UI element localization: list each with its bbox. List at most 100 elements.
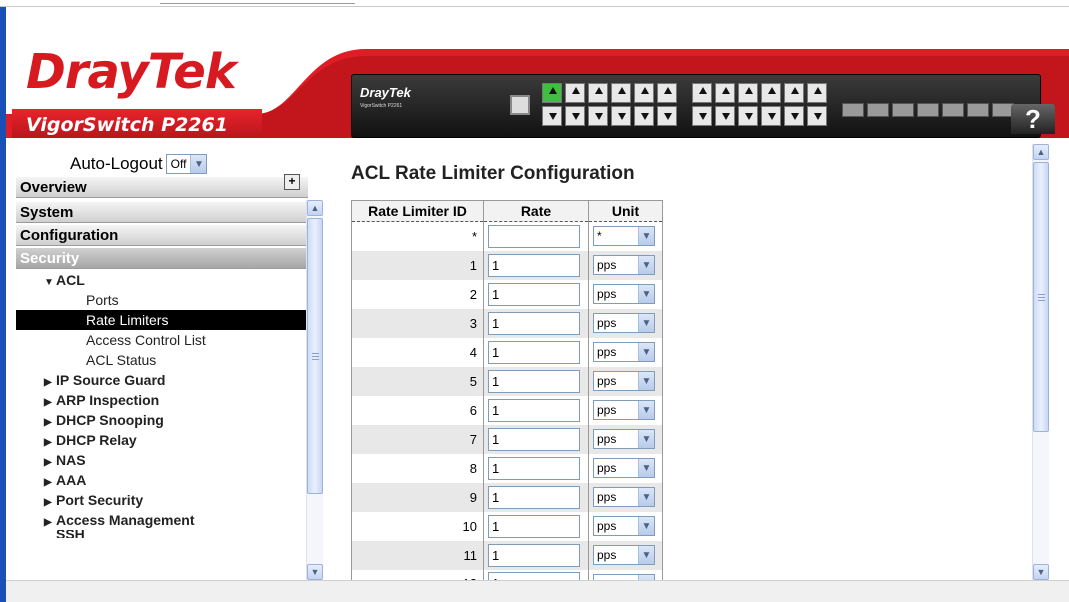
auto-logout-select[interactable]: Off ▼ [165, 154, 208, 174]
unit-select[interactable]: pps ▼ [593, 516, 655, 536]
unit-select[interactable]: pps ▼ [593, 313, 655, 333]
expand-all-icon[interactable]: + [284, 174, 300, 190]
rate-input[interactable] [488, 224, 580, 248]
rate-input[interactable]: 1 [488, 282, 580, 306]
port-icon [657, 106, 677, 126]
chevron-down-icon[interactable]: ▼ [638, 488, 654, 506]
chevron-down-icon[interactable]: ▼ [638, 372, 654, 390]
scrollbar-thumb[interactable] [1033, 162, 1049, 432]
rate-input[interactable]: 1 [488, 514, 580, 538]
scroll-up-icon[interactable]: ▲ [307, 200, 323, 216]
chevron-down-icon[interactable]: ▼ [190, 155, 207, 173]
main-scrollbar[interactable]: ▲ ▼ [1032, 144, 1049, 580]
rate-input[interactable]: 1 [488, 427, 580, 451]
grip-line [1038, 297, 1045, 298]
chevron-down-icon[interactable]: ▼ [638, 517, 654, 535]
unit-select[interactable]: pps ▼ [593, 429, 655, 449]
table-row: 2 1 pps ▼ [351, 279, 663, 309]
unit-select[interactable]: pps ▼ [593, 342, 655, 362]
scroll-down-icon[interactable]: ▼ [1033, 564, 1049, 580]
nav-item-aaa[interactable]: ▶ AAA [16, 470, 308, 490]
scroll-down-icon[interactable]: ▼ [307, 564, 323, 580]
grip-line [312, 353, 319, 354]
help-button[interactable]: ? [1011, 104, 1055, 134]
chevron-down-icon[interactable]: ▼ [638, 256, 654, 274]
chevron-down-icon[interactable]: ▼ [638, 459, 654, 477]
rate-limiter-id: 6 [351, 395, 484, 425]
chevron-down-icon[interactable]: ▼ [638, 430, 654, 448]
unit-select[interactable]: pps ▼ [593, 371, 655, 391]
chevron-down-icon[interactable]: ▼ [638, 314, 654, 332]
nav-section-system[interactable]: System [16, 202, 308, 223]
unit-value: pps [597, 403, 617, 417]
sidebar-scrollbar[interactable]: ▲ ▼ [306, 200, 323, 580]
nav-item-label: AAA [56, 472, 87, 488]
nav-item-access-management[interactable]: ▶ Access Management [16, 510, 308, 530]
nav-item-ip-source-guard[interactable]: ▶ IP Source Guard [16, 370, 308, 390]
chevron-down-icon[interactable]: ▼ [638, 285, 654, 303]
bottom-bar [6, 580, 1069, 602]
nav-item-access-control-list[interactable]: Access Control List [16, 330, 308, 350]
nav-item-dhcp-relay[interactable]: ▶ DHCP Relay [16, 430, 308, 450]
nav-item-label: IP Source Guard [56, 372, 166, 388]
rate-input[interactable]: 1 [488, 398, 580, 422]
table-row: 5 1 pps ▼ [351, 366, 663, 396]
switch-front-panel-image: DrayTek VigorSwitch P2261 [351, 74, 1041, 138]
rate-input[interactable]: 1 [488, 369, 580, 393]
scroll-up-icon[interactable]: ▲ [1033, 144, 1049, 160]
rate-input[interactable]: 1 [488, 572, 580, 580]
scrollbar-thumb[interactable] [307, 218, 323, 494]
unit-value: pps [597, 461, 617, 475]
chevron-down-icon[interactable]: ▼ [638, 227, 654, 246]
port-icon [761, 83, 781, 103]
rate-input[interactable]: 1 [488, 485, 580, 509]
rate-input[interactable]: 1 [488, 311, 580, 335]
nav-item-label: ARP Inspection [56, 392, 160, 408]
port-icon [807, 106, 827, 126]
unit-select[interactable]: pps ▼ [593, 487, 655, 507]
port-icon [738, 83, 758, 103]
nav-item-nas[interactable]: ▶ NAS [16, 450, 308, 470]
unit-select[interactable]: pps ▼ [593, 400, 655, 420]
table-row: 8 1 pps ▼ [351, 453, 663, 483]
port-icon [611, 83, 631, 103]
unit-select[interactable]: pps ▼ [593, 255, 655, 275]
auto-logout-value: Off [170, 157, 187, 171]
unit-cell: pps ▼ [588, 482, 663, 512]
chevron-down-icon[interactable]: ▼ [638, 343, 654, 361]
rate-limiter-id: 3 [351, 308, 484, 338]
nav-item-dhcp-snooping[interactable]: ▶ DHCP Snooping [16, 410, 308, 430]
rate-input[interactable]: 1 [488, 456, 580, 480]
chevron-down-icon[interactable]: ▼ [638, 546, 654, 564]
nav-item-ports[interactable]: Ports [16, 290, 308, 310]
nav-section-configuration[interactable]: Configuration [16, 225, 308, 246]
rate-limiter-id: 2 [351, 279, 484, 309]
unit-cell: pps ▼ [588, 453, 663, 483]
rate-input[interactable]: 1 [488, 253, 580, 277]
nav-item-rate-limiters[interactable]: Rate Limiters [16, 310, 308, 330]
nav-item-label: NAS [56, 452, 86, 468]
nav-section-security[interactable]: Security [16, 248, 308, 269]
rate-cell: 1 [483, 424, 589, 454]
nav-item-port-security[interactable]: ▶ Port Security [16, 490, 308, 510]
unit-select[interactable]: pps ▼ [593, 545, 655, 565]
unit-cell: pps ▼ [588, 337, 663, 367]
unit-select[interactable]: pps ▼ [593, 284, 655, 304]
nav-item-acl-status[interactable]: ACL Status [16, 350, 308, 370]
unit-select[interactable]: * ▼ [593, 226, 655, 247]
model-name: VigorSwitch P2261 [26, 114, 228, 136]
sfp-port-icon [842, 103, 864, 117]
rate-input[interactable]: 1 [488, 340, 580, 364]
device-brand: DrayTek [360, 85, 411, 100]
chevron-down-icon[interactable]: ▼ [638, 401, 654, 419]
console-port [510, 95, 530, 115]
nav-item-ssh[interactable]: SSH [16, 530, 308, 538]
nav-item-arp-inspection[interactable]: ▶ ARP Inspection [16, 390, 308, 410]
unit-value: pps [597, 345, 617, 359]
port-icon [542, 106, 562, 126]
rate-input[interactable]: 1 [488, 543, 580, 567]
unit-select[interactable]: pps ▼ [593, 458, 655, 478]
rate-cell: 1 [483, 395, 589, 425]
nav-item-acl[interactable]: ▼ ACL [16, 270, 308, 290]
nav-section-overview[interactable]: Overview [16, 177, 308, 198]
